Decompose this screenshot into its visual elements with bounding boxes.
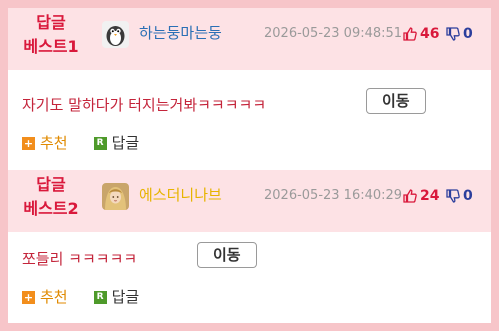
reply-r-icon: R	[93, 290, 107, 304]
penguin-avatar-icon[interactable]	[102, 21, 129, 48]
thumbs-up-icon	[403, 189, 417, 203]
best-rank-label: 답글 베스트1	[8, 11, 94, 59]
upvote-button[interactable]: 24	[403, 185, 439, 207]
thumbs-down-icon	[446, 189, 460, 203]
downvote-count: 0	[463, 26, 473, 42]
plus-icon: +	[22, 290, 35, 304]
timestamp: 2026-05-23 09:48:51	[264, 26, 403, 41]
best-rank-label: 답글 베스트2	[8, 173, 94, 221]
downvote-button[interactable]: 0	[446, 23, 473, 45]
reply-button[interactable]: R 답글	[93, 132, 140, 154]
nickname-link[interactable]: 하는둥마는둥	[139, 22, 222, 44]
move-button[interactable]: 이동	[197, 242, 257, 268]
upvote-count: 24	[420, 188, 440, 204]
comment-actions: + 추천 R 답글	[22, 132, 165, 154]
comment-text: 자기도 말하다가 터지는거봐ㅋㅋㅋㅋㅋ	[22, 96, 267, 114]
rank-label-line1: 답글	[36, 13, 66, 32]
reply-r-icon: R	[93, 136, 107, 150]
recommend-label: 추천	[40, 134, 68, 152]
reply-header: 답글 베스트1 하는둥마는둥 2026-05-23 09:48:51 46 0	[8, 8, 491, 70]
thumbs-up-icon	[403, 27, 417, 41]
character-avatar-icon[interactable]	[102, 183, 129, 210]
rank-label-line2: 베스트2	[23, 199, 79, 218]
best-replies-panel: 답글 베스트1 하는둥마는둥 2026-05-23 09:48:51 46 0 …	[8, 8, 491, 323]
comment-text: 쪼들리 ㅋㅋㅋㅋㅋ	[22, 250, 138, 268]
downvote-button[interactable]: 0	[446, 185, 473, 207]
rank-label-line1: 답글	[36, 175, 66, 194]
reply-label: 답글	[111, 288, 140, 306]
timestamp: 2026-05-23 16:40:29	[264, 188, 403, 203]
nickname-link[interactable]: 에스더니나브	[139, 184, 222, 206]
move-button[interactable]: 이동	[366, 88, 426, 114]
upvote-button[interactable]: 46	[403, 23, 439, 45]
recommend-label: 추천	[40, 288, 68, 306]
thumbs-down-icon	[446, 27, 460, 41]
recommend-button[interactable]: + 추천	[22, 286, 68, 308]
rank-label-line2: 베스트1	[23, 37, 79, 56]
plus-icon: +	[22, 136, 35, 150]
reply-header: 답글 베스트2 에스더니나브 2026-05-23 16:40:29 24 0	[8, 170, 491, 232]
reply-label: 답글	[111, 134, 140, 152]
reply-button[interactable]: R 답글	[93, 286, 140, 308]
recommend-button[interactable]: + 추천	[22, 132, 68, 154]
comment-actions: + 추천 R 답글	[22, 286, 165, 308]
downvote-count: 0	[463, 188, 473, 204]
upvote-count: 46	[420, 26, 440, 42]
